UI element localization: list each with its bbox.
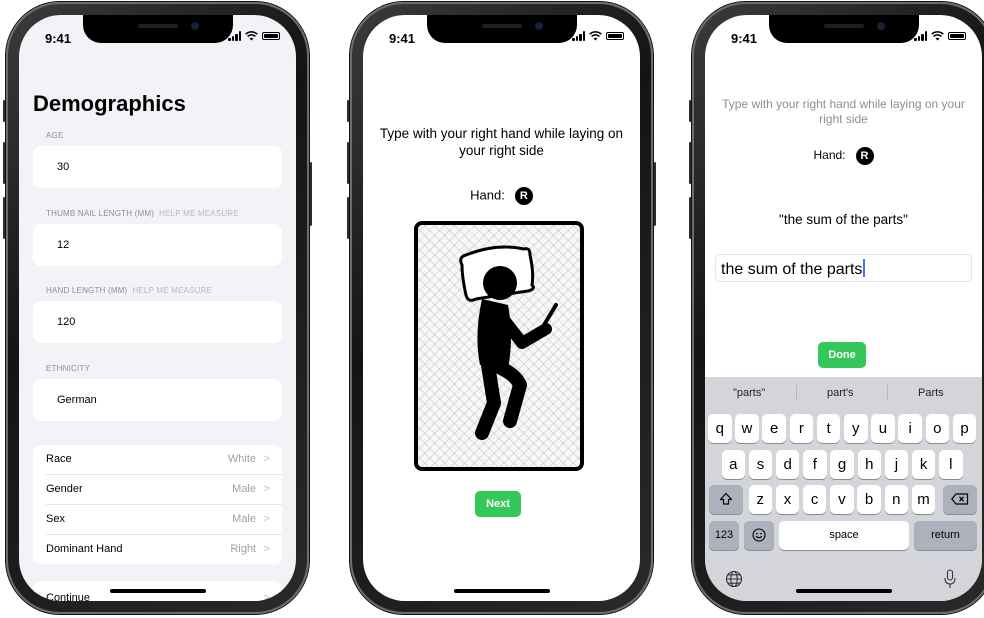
screen: 9:41 Demographics AGE 30 THUMB NAIL LENG… [19, 15, 296, 601]
phone-demographics: 9:41 Demographics AGE 30 THUMB NAIL LENG… [3, 2, 312, 614]
person-lying-icon [459, 245, 558, 440]
key-r[interactable]: r [789, 414, 814, 443]
microphone-icon[interactable] [943, 569, 957, 589]
hand-length-label: HAND LENGTH (MM) HELP ME MEASURE [46, 286, 213, 295]
demographics-list: Race White > Gender Male > Sex Male > Dominant… [33, 445, 282, 564]
key-m[interactable]: m [911, 485, 936, 514]
list-item-sex[interactable]: Sex Male > [46, 505, 282, 535]
text-caret [863, 259, 865, 277]
phone-instruction: 9:41 Type with your right hand while lay… [347, 2, 656, 614]
done-button[interactable]: Done [818, 342, 866, 368]
home-indicator [795, 589, 892, 593]
key-w[interactable]: w [735, 414, 759, 443]
notch [82, 15, 233, 43]
list-item-race[interactable]: Race White > [46, 445, 282, 475]
instruction-text: Type with your right hand while laying o… [722, 97, 965, 126]
globe-icon[interactable] [725, 570, 743, 588]
suggestion-item[interactable]: "parts" [733, 387, 765, 399]
key-n[interactable]: n [884, 485, 908, 514]
key-f[interactable]: f [803, 450, 827, 479]
wifi-icon [245, 31, 258, 41]
side-button [309, 162, 312, 226]
age-label: AGE [46, 131, 64, 140]
shift-icon [719, 492, 733, 505]
ethnicity-label: ETHNICITY [46, 364, 91, 373]
instruction-text: Type with your right hand while laying o… [379, 126, 624, 158]
right-hand-badge: R [855, 147, 874, 165]
status-time: 9:41 [389, 31, 416, 46]
shift-key[interactable] [709, 485, 743, 514]
key-j[interactable]: j [884, 450, 909, 479]
key-i[interactable]: i [898, 414, 922, 443]
battery-icon [948, 32, 966, 40]
list-item-dominant-hand[interactable]: Dominant Hand Right > [46, 535, 282, 564]
thumb-label: THUMB NAIL LENGTH (MM) HELP ME MEASURE [46, 209, 239, 218]
ethnicity-field[interactable]: German [33, 379, 282, 421]
next-button[interactable]: Next [475, 491, 521, 517]
key-g[interactable]: g [830, 450, 854, 479]
chevron-right-icon: > [263, 483, 270, 495]
keyboard: "parts" part's Parts qwertyuiop asdfghjk… [705, 377, 982, 601]
key-h[interactable]: h [857, 450, 881, 479]
key-x[interactable]: x [775, 485, 800, 514]
chevron-right-icon: > [263, 453, 270, 465]
key-c[interactable]: c [802, 485, 827, 514]
screen: 9:41 Type with your right hand while lay… [363, 15, 640, 601]
battery-icon [262, 32, 280, 40]
battery-icon [606, 32, 624, 40]
key-o[interactable]: o [925, 414, 950, 443]
chevron-right-icon: > [263, 592, 270, 601]
wifi-icon [931, 31, 944, 41]
key-y[interactable]: y [844, 414, 868, 443]
thumb-length-field[interactable]: 12 [33, 224, 282, 266]
key-q[interactable]: q [708, 414, 732, 443]
key-a[interactable]: a [721, 450, 745, 479]
numbers-key[interactable]: 123 [709, 521, 739, 550]
key-p[interactable]: p [952, 414, 977, 443]
home-indicator [109, 589, 206, 593]
wifi-icon [589, 31, 602, 41]
help-me-measure-link[interactable]: HELP ME MEASURE [159, 209, 239, 218]
emoji-icon [752, 528, 766, 542]
home-indicator [453, 589, 550, 593]
typing-input[interactable]: the sum of the parts [715, 254, 972, 282]
help-me-measure-link[interactable]: HELP ME MEASURE [132, 286, 212, 295]
notch [768, 15, 919, 43]
key-v[interactable]: v [830, 485, 854, 514]
hand-indicator: Hand: R [363, 187, 640, 205]
target-phrase: "the sum of the parts" [779, 212, 908, 227]
side-button [653, 162, 656, 226]
key-b[interactable]: b [857, 485, 881, 514]
hand-indicator: Hand: R [705, 147, 982, 165]
key-l[interactable]: l [939, 450, 963, 479]
suggestion-item[interactable]: Parts [918, 387, 944, 399]
age-field[interactable]: 30 [33, 146, 282, 188]
key-u[interactable]: u [871, 414, 895, 443]
screen: 9:41 Type with your right hand while lay… [705, 15, 982, 601]
key-e[interactable]: e [762, 414, 786, 443]
key-d[interactable]: d [775, 450, 800, 479]
suggestion-bar: "parts" part's Parts [705, 377, 982, 409]
chevron-right-icon: > [263, 513, 270, 525]
backspace-key[interactable] [943, 485, 977, 514]
return-key[interactable]: return [914, 521, 977, 550]
status-time: 9:41 [45, 31, 72, 46]
right-hand-badge: R [514, 187, 533, 205]
phone-typing: 9:41 Type with your right hand while lay… [689, 2, 984, 614]
notch [426, 15, 577, 43]
page-title: Demographics [33, 91, 186, 116]
chevron-right-icon: > [263, 543, 270, 555]
status-time: 9:41 [731, 31, 758, 46]
list-item-gender[interactable]: Gender Male > [46, 475, 282, 505]
backspace-icon [951, 493, 969, 505]
sleeping-pose-illustration [414, 221, 584, 471]
suggestion-item[interactable]: part's [827, 387, 854, 399]
space-key[interactable]: space [779, 521, 909, 550]
key-k[interactable]: k [911, 450, 936, 479]
emoji-key[interactable] [744, 521, 774, 550]
hand-length-field[interactable]: 120 [33, 301, 282, 343]
key-s[interactable]: s [748, 450, 773, 479]
key-z[interactable]: z [748, 485, 772, 514]
key-t[interactable]: t [816, 414, 841, 443]
